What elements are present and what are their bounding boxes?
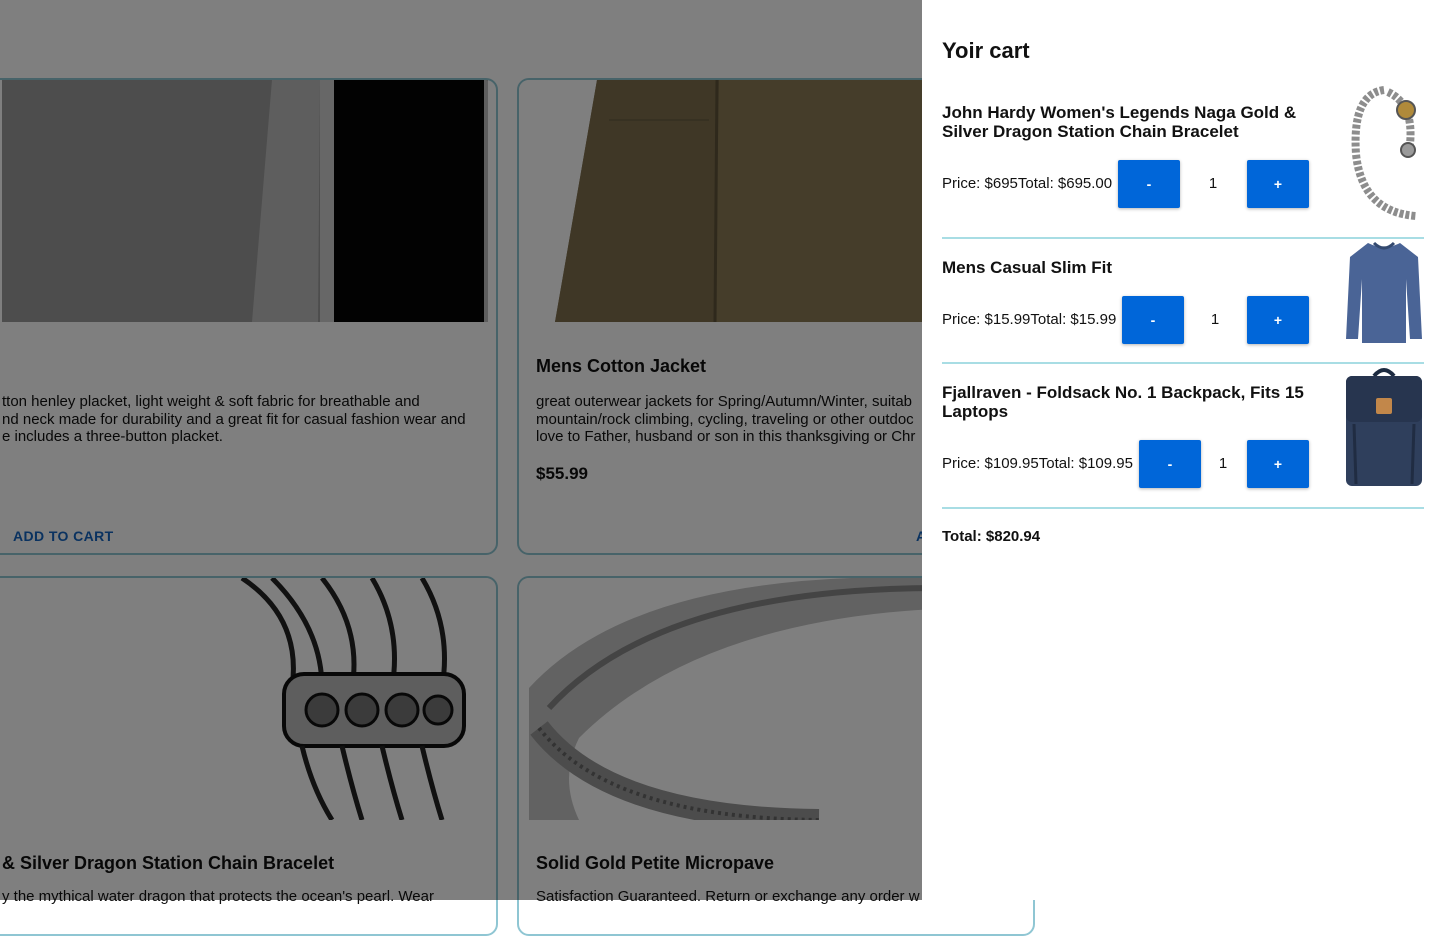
cart-item-price: Price: $695Total: $695.00: [942, 175, 1113, 192]
cart-item-price: Price: $15.99Total: $15.99: [942, 311, 1117, 328]
cart-grand-total: Total: $820.94: [942, 528, 1041, 545]
cart-item-quantity: 1: [1210, 311, 1220, 328]
cart-item-title: John Hardy Women's Legends Naga Gold & S…: [942, 103, 1297, 141]
cart-item-title: Fjallraven - Foldsack No. 1 Backpack, Fi…: [942, 383, 1304, 421]
cart-divider: [942, 507, 1424, 509]
backpack-image: [1344, 364, 1424, 488]
bracelet-image: [1344, 84, 1424, 220]
cart-item: John Hardy Women's Legends Naga Gold & S…: [942, 84, 1424, 236]
cart-item-quantity: 1: [1218, 455, 1228, 472]
decrease-quantity-button[interactable]: -: [1139, 440, 1201, 488]
cart-item: Fjallraven - Foldsack No. 1 Backpack, Fi…: [942, 364, 1424, 506]
shirt-image: [1344, 239, 1424, 345]
cart-title: Yoir cart: [942, 38, 1030, 63]
cart-item-price: Price: $109.95Total: $109.95: [942, 455, 1133, 472]
cart-item: Mens Casual Slim Fit Price: $15.99Total:…: [942, 239, 1424, 363]
cart-item-quantity: 1: [1208, 175, 1218, 192]
decrease-quantity-button[interactable]: -: [1122, 296, 1184, 344]
cart-item-title: Mens Casual Slim Fit: [942, 258, 1113, 277]
cart-drawer: Yoir cart John Hardy Women's Legends Nag…: [922, 0, 1440, 900]
increase-quantity-button[interactable]: +: [1247, 440, 1309, 488]
decrease-quantity-button[interactable]: -: [1118, 160, 1180, 208]
increase-quantity-button[interactable]: +: [1247, 296, 1309, 344]
increase-quantity-button[interactable]: +: [1247, 160, 1309, 208]
